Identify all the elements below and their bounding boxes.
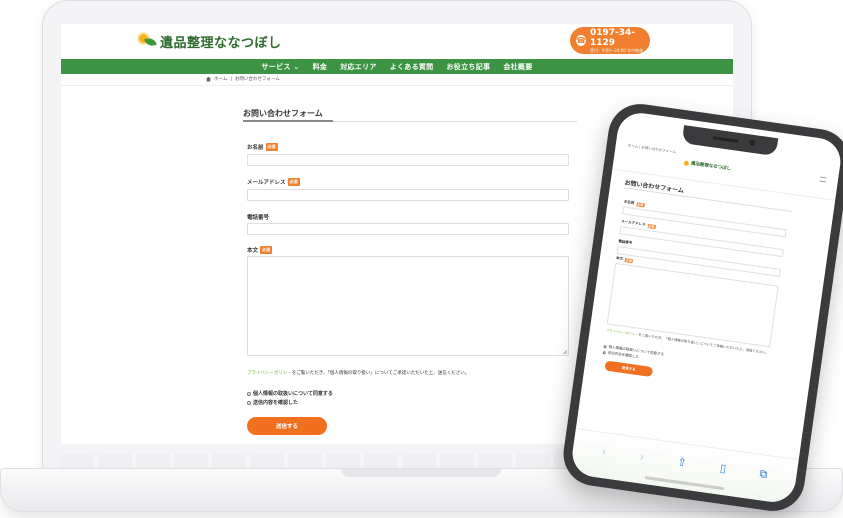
bookmarks-icon[interactable]: ▯ [719,462,727,476]
logo-sun-leaf-icon [139,34,157,48]
laptop-base-notch [341,469,501,477]
email-label: メールアドレス 必須 [247,178,300,186]
checkbox-icon [247,391,251,396]
mobile-submit-button[interactable]: 送信する [604,360,654,378]
required-badge: 必須 [260,246,273,254]
nav-item-service[interactable]: サービス ⌄ [261,62,299,72]
mobile-body-label: 本文 必須 [615,255,634,263]
title-accent [243,120,333,122]
page-title: お問い合わせフォーム [243,109,323,118]
mobile-phone-label: 電話番号 [618,239,633,246]
consent-privacy-checkbox[interactable]: 個人情報の取扱いについて同意する [247,390,333,397]
nav-item-articles[interactable]: お役立ち記事 [447,62,491,72]
nav-item-faq[interactable]: よくある質問 [390,62,434,72]
breadcrumb-home[interactable]: ホーム [214,76,227,82]
share-icon[interactable]: ⇧ [677,456,688,470]
phone-hours: 受付：9:00~24:00 年中無休 [589,48,644,53]
phone-field[interactable] [247,223,569,235]
phone-icon: ☎ [576,35,586,46]
nav-item-area[interactable]: 対応エリア [340,62,377,72]
mobile-privacy-link[interactable]: プライバシーポリシー [606,328,639,337]
breadcrumb-separator: | [230,76,232,82]
body-textarea[interactable] [247,256,569,356]
main-nav: サービス ⌄ 料金 対応エリア よくある質問 お役立ち記事 会社概要 [61,59,733,74]
consent-confirm-checkbox[interactable]: 送信内容を確認した [247,399,298,406]
header-divider [61,85,733,86]
submit-button[interactable]: 送信する [247,417,327,435]
name-field[interactable] [247,154,569,166]
mockup-stage: 遺品整理ななつぼし ☎ 0197-34-1129 受付：9:00~24:00 年… [0,0,843,518]
camera-icon [748,139,756,147]
privacy-notice: プライバシーポリシーをご覧いただき、「個人情報の取り扱い」についてご承諾いただい… [247,371,470,376]
body-label: 本文 必須 [247,246,273,254]
name-label: お名前 必須 [247,143,278,151]
privacy-policy-link[interactable]: プライバシーポリシー [247,371,292,376]
nav-item-pricing[interactable]: 料金 [313,62,328,72]
logo-sun-icon [683,159,690,166]
phone-number: 0197-34-1129 [589,28,636,48]
phone-label: 電話番号 [247,215,270,221]
phone-call-button[interactable]: ☎ 0197-34-1129 受付：9:00~24:00 年中無休 [570,27,650,54]
resize-handle-icon[interactable] [562,349,567,354]
hamburger-menu-icon[interactable] [819,176,827,183]
site-header: 遺品整理ななつぼし ☎ 0197-34-1129 受付：9:00~24:00 年… [61,24,733,58]
breadcrumb-current: お問い合わせフォーム [234,77,280,82]
checkbox-icon [247,400,251,405]
forward-icon[interactable]: › [639,450,645,463]
breadcrumb: ホーム | お問い合わせフォーム [206,76,280,82]
email-field[interactable] [247,189,569,201]
nav-item-company[interactable]: 会社概要 [503,62,532,72]
required-badge: 必須 [287,178,300,186]
tabs-icon[interactable]: ⧉ [759,467,769,482]
site-logo[interactable]: 遺品整理ななつぼし [139,31,282,51]
required-badge: 必須 [265,143,278,151]
home-icon [206,76,211,82]
logo-text: 遺品整理ななつぼし [160,35,282,51]
back-icon[interactable]: ‹ [601,445,607,458]
